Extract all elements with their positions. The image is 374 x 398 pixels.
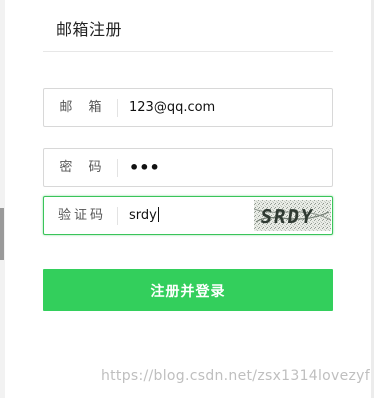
email-label: 邮 箱 (59, 100, 108, 115)
password-separator (117, 159, 118, 177)
password-field[interactable]: 密 码 ••• (43, 148, 333, 187)
captcha-image-text: SRDY (259, 205, 316, 228)
page-title: 邮箱注册 (56, 20, 123, 39)
email-separator (117, 99, 118, 117)
email-input[interactable]: 123@qq.com (129, 89, 215, 126)
captcha-input-value: srdy (129, 208, 157, 223)
text-caret (157, 207, 159, 222)
left-panel-edge (0, 0, 5, 398)
captcha-image[interactable]: SRDY (254, 200, 331, 231)
email-field[interactable]: 邮 箱 123@qq.com (43, 88, 333, 127)
captcha-separator (117, 207, 118, 225)
left-scroll-mark (0, 208, 4, 260)
captcha-field[interactable]: 验证码 srdy SRDY (43, 196, 333, 235)
password-input[interactable]: ••• (129, 149, 160, 186)
watermark-text: https://blog.csdn.net/zsx1314lovezyf (100, 368, 370, 384)
password-label: 密 码 (59, 160, 108, 175)
register-login-button[interactable]: 注册并登录 (43, 269, 333, 311)
register-page: 邮箱注册 邮 箱 123@qq.com 密 码 ••• 验证码 srdy SRD… (0, 0, 374, 398)
captcha-label: 验证码 (57, 208, 106, 223)
captcha-input[interactable]: srdy (129, 197, 159, 234)
title-divider (43, 51, 333, 52)
